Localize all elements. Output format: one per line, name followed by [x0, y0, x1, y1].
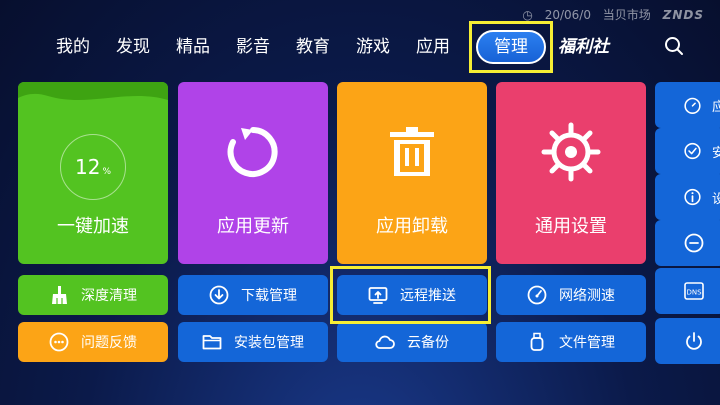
- tab-manage[interactable]: 管理: [469, 21, 553, 73]
- network-speed-button[interactable]: 网络测速: [496, 275, 646, 315]
- trash-icon: [390, 127, 434, 176]
- main-nav: 我的 发现 精品 影音 教育 游戏 应用 管理 福利社: [56, 21, 631, 73]
- speedometer-icon: [527, 285, 547, 305]
- tab-games[interactable]: 游戏: [356, 30, 390, 64]
- folder-icon: [202, 335, 222, 350]
- clock-icon: ◷: [522, 8, 533, 22]
- general-settings-label: 通用设置: [535, 216, 607, 237]
- deep-clean-button[interactable]: 深度清理: [18, 275, 168, 315]
- tab-apps[interactable]: 应用: [416, 30, 450, 64]
- app-update-label: 应用更新: [217, 216, 289, 237]
- app-uninstall-tile[interactable]: 应用卸载: [337, 82, 487, 264]
- app-update-tile[interactable]: 应用更新: [178, 82, 328, 264]
- dns-icon: DNS: [684, 282, 704, 300]
- speedup-label: 一键加速: [57, 216, 129, 237]
- deep-clean-label: 深度清理: [81, 288, 137, 304]
- download-manager-button[interactable]: 下载管理: [178, 275, 328, 315]
- cloud-backup-button[interactable]: 云备份: [337, 322, 487, 362]
- feedback-button[interactable]: 问题反馈: [18, 322, 168, 362]
- usb-drive-icon: [530, 332, 544, 351]
- side-item-3-label: 设: [711, 191, 720, 207]
- general-settings-tile[interactable]: 通用设置: [496, 82, 646, 264]
- tab-mine[interactable]: 我的: [56, 30, 90, 64]
- download-icon: [209, 285, 229, 305]
- download-manager-label: 下载管理: [241, 288, 297, 304]
- side-item-3[interactable]: 设: [655, 174, 720, 220]
- info-icon: [684, 188, 701, 206]
- tab-welfare[interactable]: 福利社: [558, 30, 609, 64]
- tab-video[interactable]: 影音: [236, 30, 270, 64]
- settings-wheel-icon: [541, 122, 601, 182]
- package-manager-button[interactable]: 安装包管理: [178, 322, 328, 362]
- focus-highlight: [330, 266, 491, 324]
- side-item-2[interactable]: 安: [655, 128, 720, 174]
- feedback-label: 问题反馈: [81, 335, 137, 351]
- more-dots-icon: [49, 332, 69, 352]
- app-uninstall-label: 应用卸载: [376, 216, 448, 237]
- cloud-icon: [375, 335, 395, 349]
- watermark-text: 当贝市场: [602, 8, 651, 22]
- broom-icon: [52, 286, 67, 304]
- timer-icon: [684, 97, 701, 114]
- dns-label: DNS: [686, 289, 702, 297]
- power-icon: [686, 332, 702, 350]
- memory-percent: 12%: [74, 155, 111, 179]
- check-circle-icon: [684, 142, 701, 160]
- minus-circle-icon: [684, 233, 704, 253]
- top-bar: ◷ 20/06/0 当贝市场 ZNDS 我的 发现 精品 影音 教育 游戏 应用…: [0, 0, 720, 80]
- side-item-2-label: 安: [711, 145, 720, 161]
- file-manager-label: 文件管理: [559, 335, 615, 351]
- time-text: 20/06/0: [544, 8, 591, 22]
- side-item-6[interactable]: [655, 318, 720, 364]
- speedup-tile[interactable]: 12% 一键加速: [18, 82, 168, 264]
- file-manager-button[interactable]: 文件管理: [496, 322, 646, 362]
- refresh-icon: [227, 127, 278, 177]
- network-speed-label: 网络测速: [559, 288, 615, 304]
- brand-logo: ZNDS: [662, 8, 704, 22]
- tab-education[interactable]: 教育: [296, 30, 330, 64]
- side-item-1[interactable]: 应: [655, 82, 720, 128]
- side-item-1-label: 应: [711, 99, 720, 115]
- search-icon[interactable]: [664, 36, 684, 56]
- tab-featured[interactable]: 精品: [176, 30, 210, 64]
- tab-discover[interactable]: 发现: [116, 30, 150, 64]
- cloud-backup-label: 云备份: [407, 335, 449, 351]
- side-item-4[interactable]: [655, 220, 720, 266]
- side-item-5[interactable]: DNS: [655, 268, 720, 314]
- package-manager-label: 安装包管理: [234, 335, 304, 351]
- wave-decoration: [18, 82, 168, 100]
